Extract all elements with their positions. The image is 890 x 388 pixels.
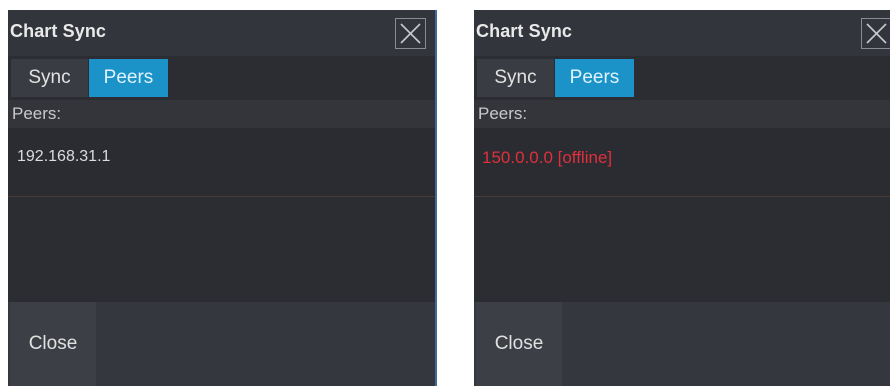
close-icon[interactable]	[395, 18, 426, 49]
tab-bar: Sync Peers	[474, 56, 890, 98]
tab-bar: Sync Peers	[8, 56, 435, 98]
tab-sync[interactable]: Sync	[11, 59, 88, 97]
peer-list-item[interactable]: 150.0.0.0 [offline]	[474, 128, 890, 197]
screenshot-stage: Chart Sync Sync Peers Peers: 192.168.31.…	[0, 0, 890, 388]
chart-sync-dialog-right: Chart Sync Sync Peers Peers: 150.0.0.0 […	[474, 10, 890, 386]
dialog-footer: Close	[474, 302, 890, 386]
peer-list-empty-area	[8, 197, 435, 302]
peer-list-item[interactable]: 192.168.31.1	[8, 128, 435, 197]
close-icon[interactable]	[861, 18, 890, 49]
peers-label: Peers:	[474, 100, 890, 128]
peers-label: Peers:	[8, 100, 435, 128]
close-button[interactable]: Close	[10, 302, 96, 386]
titlebar: Chart Sync	[474, 10, 890, 56]
tab-peers[interactable]: Peers	[89, 59, 168, 97]
chart-sync-dialog-left: Chart Sync Sync Peers Peers: 192.168.31.…	[8, 10, 437, 386]
peer-address: 192.168.31.1	[17, 148, 111, 165]
tab-peers[interactable]: Peers	[555, 59, 634, 97]
dialog-footer: Close	[8, 302, 435, 386]
peer-list-empty-area	[474, 197, 890, 302]
dialog-title: Chart Sync	[476, 21, 573, 41]
peer-address-offline: 150.0.0.0 [offline]	[482, 148, 613, 167]
dialog-title: Chart Sync	[10, 21, 107, 41]
close-button[interactable]: Close	[476, 302, 562, 386]
tab-sync[interactable]: Sync	[477, 59, 554, 97]
titlebar: Chart Sync	[8, 10, 435, 56]
